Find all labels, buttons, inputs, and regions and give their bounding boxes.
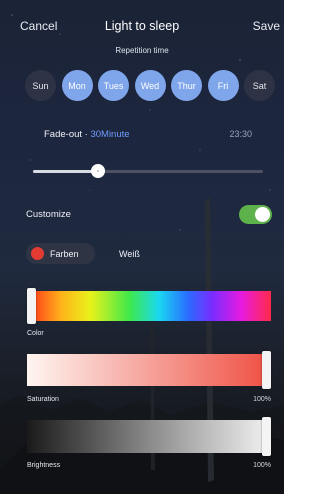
brightness-slider[interactable] <box>27 417 271 456</box>
day-tues[interactable]: Tues <box>98 70 129 101</box>
fade-out-slider[interactable] <box>33 164 263 178</box>
light-to-sleep-screen: Cancel Light to sleep Save Repetition ti… <box>0 0 284 494</box>
brightness-label: Brightness <box>27 462 61 469</box>
mode-colors-label: Farben <box>50 249 79 259</box>
save-button[interactable]: Save <box>253 19 280 33</box>
brightness-value: 100% <box>253 462 271 469</box>
saturation-slider[interactable] <box>27 351 271 389</box>
fade-out-text: Fade-out · <box>44 129 91 140</box>
fade-out-duration: 30Minute <box>90 129 130 140</box>
day-mon[interactable]: Mon <box>61 70 93 101</box>
color-dot-icon <box>31 247 44 260</box>
toggle-knob <box>255 207 270 222</box>
color-slider[interactable] <box>27 288 271 324</box>
color-slider-handle[interactable] <box>27 288 36 324</box>
day-sun[interactable]: Sun <box>25 70 56 101</box>
fade-out-slider-thumb[interactable] <box>91 164 106 178</box>
color-label: Color <box>27 330 44 337</box>
day-thur[interactable]: Thur <box>171 70 202 101</box>
saturation-label: Saturation <box>27 396 59 403</box>
day-fri[interactable]: Fri <box>207 70 239 101</box>
fade-out-slider-fill <box>33 170 99 173</box>
fade-out-label: Fade-out · 30Minute <box>44 129 130 140</box>
day-wed[interactable]: Wed <box>134 70 166 101</box>
header-bar: Cancel Light to sleep Save <box>0 0 284 48</box>
repetition-time-label: Repetition time <box>115 46 169 55</box>
day-selector: Sun Mon Tues Wed Thur Fri Sat <box>25 70 275 102</box>
customize-toggle[interactable] <box>239 205 272 224</box>
saturation-value: 100% <box>253 396 271 403</box>
page-title: Light to sleep <box>104 19 180 33</box>
fade-out-time: 23:30 <box>229 129 252 139</box>
customize-label: Customize <box>26 209 71 220</box>
mode-white-button[interactable]: Weiß <box>119 249 140 259</box>
brightness-slider-handle[interactable] <box>262 417 271 456</box>
saturation-slider-handle[interactable] <box>262 351 271 389</box>
mode-colors-button[interactable]: Farben <box>26 243 95 264</box>
day-sat[interactable]: Sat <box>244 70 275 101</box>
